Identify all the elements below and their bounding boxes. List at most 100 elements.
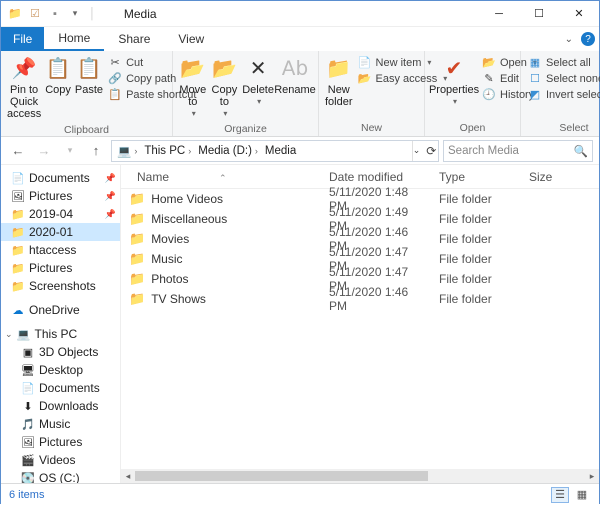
select-none-icon: ☐ xyxy=(528,72,542,85)
ribbon-collapse-icon[interactable]: ⌄ xyxy=(559,34,579,45)
nav-item[interactable]: 📁htaccess xyxy=(1,241,120,259)
nav-item[interactable]: 🎵Music xyxy=(1,415,120,433)
device-icon: 🖼 xyxy=(21,436,35,449)
nav-item[interactable]: 📄Documents📌 xyxy=(1,169,120,187)
folder-icon: 📁 xyxy=(129,231,145,247)
pin-quick-access-button[interactable]: 📌 Pin to Quick access xyxy=(5,53,43,123)
delete-button[interactable]: ✕ Delete▾ xyxy=(240,53,276,110)
nav-onedrive[interactable]: ☁OneDrive xyxy=(1,301,120,319)
nav-item[interactable]: 📁2019-04📌 xyxy=(1,205,120,223)
paste-button[interactable]: 📋 Paste xyxy=(73,53,105,99)
properties-icon: ✔ xyxy=(446,56,463,82)
nav-item[interactable]: 🖥Desktop xyxy=(1,361,120,379)
nav-item[interactable]: 📁2020-01 xyxy=(1,223,120,241)
minimize-button[interactable]: ─ xyxy=(479,1,519,27)
table-row[interactable]: 📁TV Shows5/11/2020 1:46 PMFile folder xyxy=(121,289,599,309)
qat-properties-icon[interactable]: ☑ xyxy=(27,6,43,22)
tab-home[interactable]: Home xyxy=(44,27,104,51)
crumb-media-d[interactable]: Media (D:)› xyxy=(195,145,262,157)
properties-button[interactable]: ✔ Properties▾ xyxy=(429,53,479,110)
folder-icon: 📁 xyxy=(129,191,145,207)
copy-to-button[interactable]: 📂 Copy to▾ xyxy=(209,53,241,122)
folder-icon: 📁 xyxy=(129,251,145,267)
pin-icon: 📌 xyxy=(12,56,37,82)
scroll-left-icon[interactable]: ◂ xyxy=(121,469,135,483)
copy-path-icon: 🔗 xyxy=(108,72,122,85)
scroll-right-icon[interactable]: ▸ xyxy=(585,469,599,483)
refresh-icon[interactable]: ⟳ xyxy=(426,144,436,158)
nav-item[interactable]: 💽OS (C:) xyxy=(1,469,120,483)
recent-locations-button[interactable]: ▾ xyxy=(59,141,81,161)
qat-new-folder-icon[interactable]: ▪ xyxy=(47,6,63,22)
folder-icon: 📄 xyxy=(11,172,25,185)
tab-share[interactable]: Share xyxy=(104,27,164,51)
device-icon: ⬇ xyxy=(21,400,35,413)
new-folder-icon: 📁 xyxy=(326,56,351,82)
chevron-down-icon[interactable]: ⌄ xyxy=(5,329,13,340)
col-date[interactable]: Date modified xyxy=(321,170,431,184)
maximize-button[interactable]: ☐ xyxy=(519,1,559,27)
back-button[interactable]: ← xyxy=(7,141,29,161)
folder-icon: 📁 xyxy=(11,208,25,221)
forward-button[interactable]: → xyxy=(33,141,55,161)
col-type[interactable]: Type xyxy=(431,170,521,184)
details-view-icon[interactable]: ☰ xyxy=(551,487,569,503)
group-label-new: New xyxy=(323,121,420,136)
file-list[interactable]: Name⌃ Date modified Type Size 📁Home Vide… xyxy=(121,165,599,483)
nav-item[interactable]: 🖼Pictures📌 xyxy=(1,187,120,205)
nav-item[interactable]: 🎬Videos xyxy=(1,451,120,469)
window-title: Media xyxy=(104,7,479,21)
tab-file[interactable]: File xyxy=(1,27,44,51)
device-icon: 🖥 xyxy=(21,364,35,377)
folder-icon: 📁 xyxy=(11,244,25,257)
rename-icon: 𝖠𝖻 xyxy=(282,56,308,82)
addr-dropdown-icon[interactable]: ⌄ xyxy=(413,145,421,156)
nav-item[interactable]: 🖼Pictures xyxy=(1,433,120,451)
crumb-media[interactable]: Media xyxy=(262,145,299,157)
move-to-button[interactable]: 📂 Move to▾ xyxy=(177,53,209,122)
horizontal-scrollbar[interactable]: ◂ ▸ xyxy=(121,469,599,483)
onedrive-icon: ☁ xyxy=(11,304,25,317)
search-input[interactable]: Search Media 🔍 xyxy=(443,140,593,162)
select-all-button[interactable]: ▦Select all xyxy=(525,55,600,70)
nav-item[interactable]: ⬇Downloads xyxy=(1,397,120,415)
copy-button[interactable]: 📋 Copy xyxy=(43,53,73,99)
copy-icon: 📋 xyxy=(46,56,71,82)
close-button[interactable]: ✕ xyxy=(559,1,599,27)
col-size[interactable]: Size xyxy=(521,170,599,184)
nav-item[interactable]: ▣3D Objects xyxy=(1,343,120,361)
pc-icon: 💻 xyxy=(17,328,31,341)
nav-this-pc[interactable]: ⌄💻This PC xyxy=(1,325,120,343)
navigation-pane[interactable]: 📄Documents📌🖼Pictures📌📁2019-04📌📁2020-01📁h… xyxy=(1,165,121,483)
folder-icon: 📁 xyxy=(129,211,145,227)
new-folder-button[interactable]: 📁 New folder xyxy=(323,53,355,111)
select-none-button[interactable]: ☐Select none xyxy=(525,71,600,86)
app-icon: 📁 xyxy=(7,6,23,22)
tab-view[interactable]: View xyxy=(164,27,218,51)
paste-shortcut-icon: 📋 xyxy=(108,88,122,101)
menu-bar: File Home Share View ⌄ ? xyxy=(1,27,599,51)
breadcrumb[interactable]: 💻› This PC› Media (D:)› Media ⌄⟳ xyxy=(111,140,439,162)
scroll-thumb[interactable] xyxy=(135,471,428,481)
cut-icon: ✂ xyxy=(108,56,122,69)
pc-icon: 💻 xyxy=(117,144,131,158)
easy-access-icon: 📂 xyxy=(358,72,372,85)
col-name[interactable]: Name⌃ xyxy=(121,170,321,184)
rename-button[interactable]: 𝖠𝖻 Rename xyxy=(276,53,314,99)
status-text: 6 items xyxy=(9,489,44,501)
invert-selection-button[interactable]: ◩Invert selection xyxy=(525,87,600,102)
group-label-clipboard: Clipboard xyxy=(5,123,168,138)
crumb-this-pc[interactable]: This PC› xyxy=(141,145,195,157)
address-bar: ← → ▾ ↑ 💻› This PC› Media (D:)› Media ⌄⟳… xyxy=(1,137,599,165)
pin-icon: 📌 xyxy=(105,209,116,220)
group-label-organize: Organize xyxy=(177,122,314,137)
nav-item[interactable]: 📄Documents xyxy=(1,379,120,397)
select-all-icon: ▦ xyxy=(528,56,542,69)
large-icons-view-icon[interactable]: ▦ xyxy=(573,487,591,503)
nav-item[interactable]: 📁Pictures xyxy=(1,259,120,277)
up-button[interactable]: ↑ xyxy=(85,141,107,161)
nav-item[interactable]: 📁Screenshots xyxy=(1,277,120,295)
folder-icon: 📁 xyxy=(11,280,25,293)
qat-dropdown-icon[interactable]: ▾ xyxy=(67,6,83,22)
help-icon[interactable]: ? xyxy=(581,32,595,46)
